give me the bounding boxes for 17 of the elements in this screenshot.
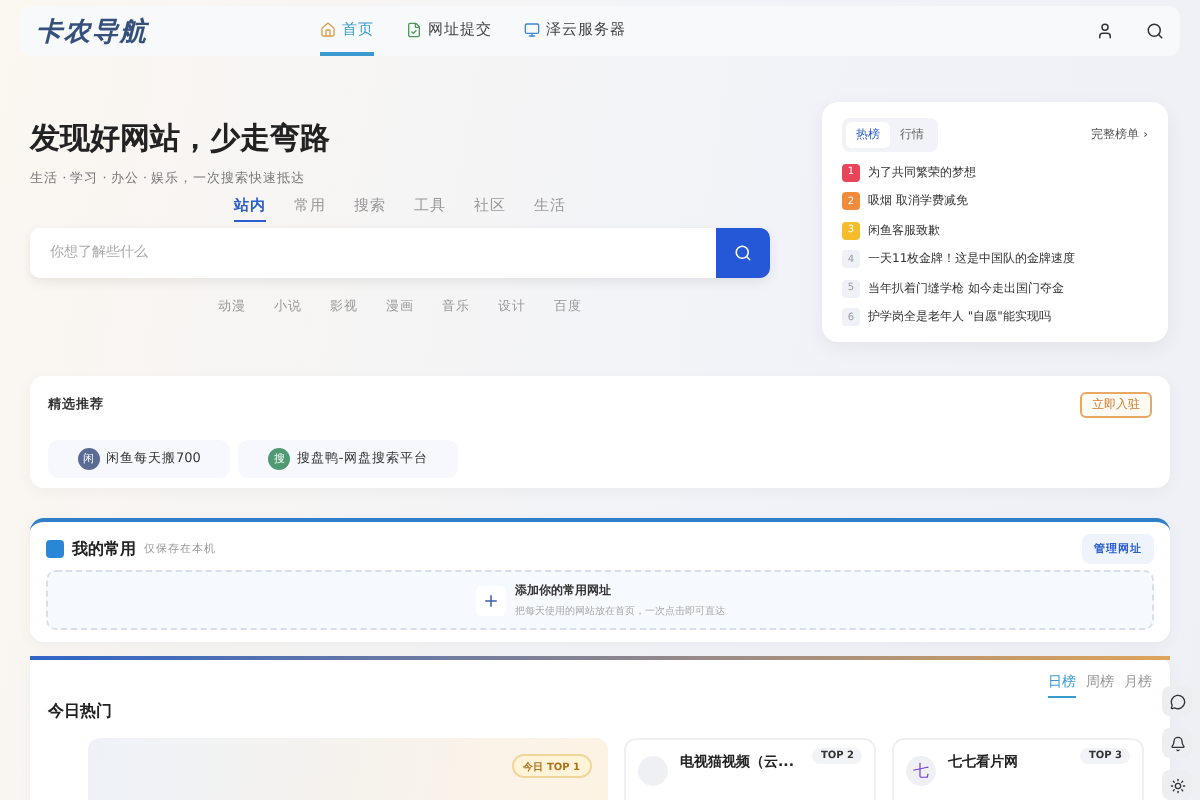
section-title: 今日热门 bbox=[48, 700, 112, 722]
add-button[interactable] bbox=[475, 585, 505, 615]
document-icon bbox=[406, 21, 422, 37]
site-logo[interactable]: 卡农导航 bbox=[36, 13, 148, 49]
sun-icon[interactable] bbox=[1162, 770, 1192, 800]
site-avatar: 七 bbox=[906, 756, 936, 786]
hero-title: 发现好网站，少走弯路 bbox=[30, 120, 332, 158]
search-button[interactable] bbox=[716, 228, 770, 278]
section-title: 我的常用 bbox=[72, 538, 136, 560]
chat-icon[interactable] bbox=[1162, 686, 1192, 716]
monitor-icon bbox=[524, 21, 540, 37]
home-icon bbox=[320, 21, 336, 37]
search-icon[interactable] bbox=[1146, 22, 1164, 40]
bell-icon[interactable] bbox=[1162, 728, 1192, 758]
user-icon[interactable] bbox=[1096, 22, 1114, 40]
plus-icon bbox=[481, 591, 499, 609]
search-icon bbox=[734, 244, 752, 262]
